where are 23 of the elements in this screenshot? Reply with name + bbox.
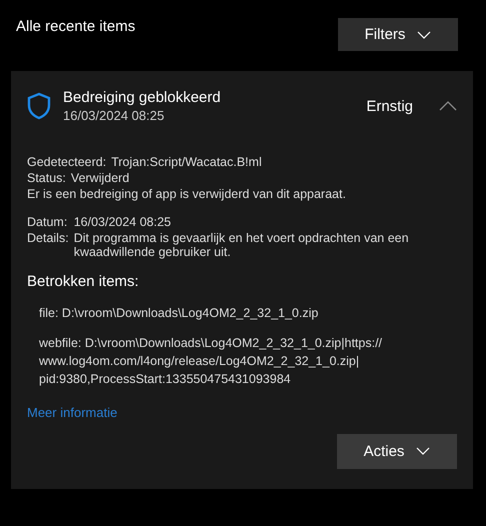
threat-date: 16/03/2024 08:25 <box>63 108 166 123</box>
field-label: Datum: <box>27 215 68 229</box>
field-label: Details: <box>27 231 69 247</box>
field-value: Dit programma is gevaarlijk en het voert opdrachten van een kwaadwillende gebruiker uit. <box>74 231 410 259</box>
more-info-link[interactable]: Meer informatie <box>27 404 457 420</box>
section-heading: Betrokken items: <box>27 273 140 290</box>
affected-item: file: D:\vroom\Downloads\Log4OM2_2_32_1_0.zip <box>38 305 320 322</box>
filters-button[interactable]: Filters <box>338 18 458 51</box>
threat-title: Bedreiging geblokkeerd <box>63 89 222 106</box>
chevron-down-icon <box>416 447 430 455</box>
field-value: Verwijderd <box>70 171 130 185</box>
shield-icon <box>27 92 51 120</box>
message-text: Er is een bedreiging of app is verwijderd van dit apparaat. <box>27 187 347 201</box>
actions-button[interactable]: Acties <box>337 434 457 468</box>
field-value: Trojan:Script/Wacatac.B!ml <box>111 155 262 169</box>
chevron-down-icon <box>417 30 432 38</box>
page-heading: Alle recente items <box>16 18 136 35</box>
affected-item: webfile: D:\vroom\Downloads\Log4OM2_2_32_1_0.zip|https:// www.log4om.com/l4ong/release/Log4OM2_2_32_1_0.zip| pid:9380,ProcessStart:133550475431093984 <box>38 335 384 388</box>
field-label: Status: <box>27 171 66 185</box>
collapse-chevron-icon[interactable] <box>439 101 457 111</box>
severity-label: Ernstig <box>366 98 413 114</box>
field-value: 16/03/2024 08:25 <box>74 215 172 229</box>
field-label: Gedetecteerd: <box>27 155 106 169</box>
